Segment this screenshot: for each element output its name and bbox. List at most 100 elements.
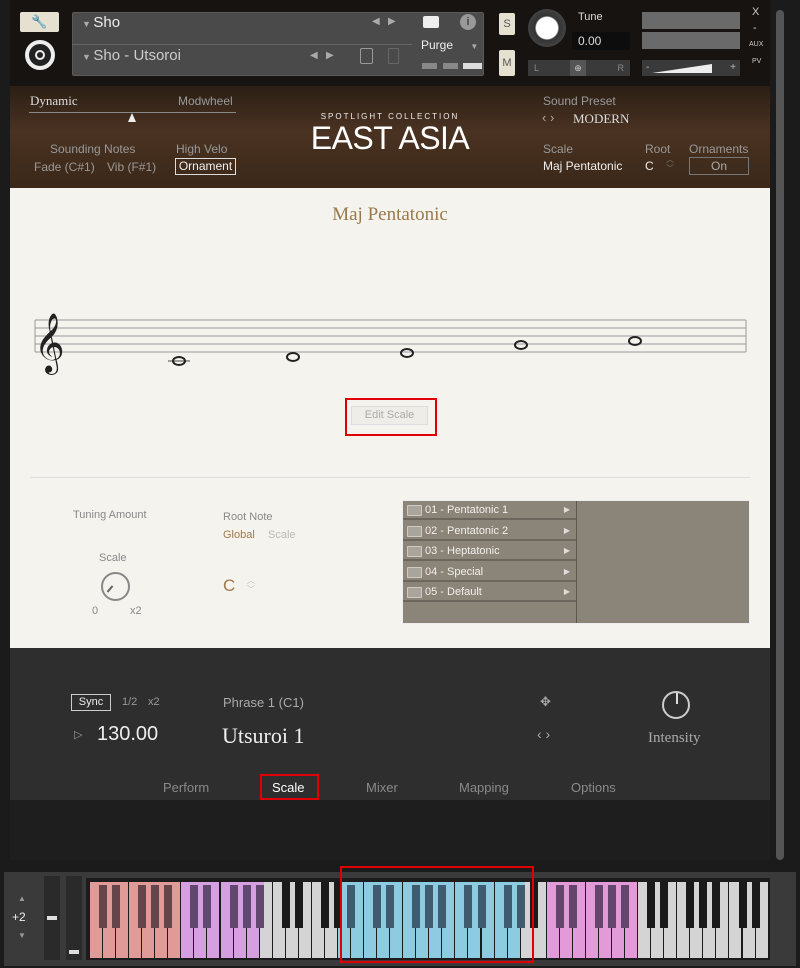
folder-item[interactable]: 03 - Heptatonic ▶ [403, 542, 576, 561]
black-key[interactable] [203, 882, 212, 928]
root-note-stepper[interactable]: ︿ ﹀ [247, 576, 255, 594]
save-icon[interactable] [360, 48, 373, 64]
wrench-button[interactable]: 🔧 [20, 12, 59, 32]
black-key[interactable] [112, 882, 121, 928]
root-stepper[interactable]: ︿ ﹀ [666, 155, 674, 173]
black-key[interactable] [712, 882, 721, 928]
black-key[interactable] [151, 882, 160, 928]
black-key[interactable] [164, 882, 173, 928]
root-note-value[interactable]: C [223, 576, 235, 596]
pv-button[interactable]: PV [752, 58, 761, 65]
folder-item[interactable]: 02 - Pentatonic 2 ▶ [403, 521, 576, 541]
half-button[interactable]: 1/2 [122, 696, 137, 708]
mute-button[interactable]: M [499, 50, 515, 76]
black-key[interactable] [751, 882, 760, 928]
black-key[interactable] [738, 882, 747, 928]
folder-label: 05 - Default [425, 586, 482, 598]
level-meter [642, 12, 740, 29]
tune-label: Tune [578, 11, 603, 23]
sync-button[interactable]: Sync [71, 694, 111, 711]
black-key[interactable] [621, 882, 630, 928]
black-key[interactable] [255, 882, 264, 928]
folder-item[interactable]: 04 - Special ▶ [403, 562, 576, 582]
scrollbar[interactable] [776, 10, 784, 860]
play-icon[interactable]: ▷ [74, 728, 82, 741]
fade-option[interactable]: Fade (C#1) [34, 160, 95, 174]
root-value[interactable]: C [645, 159, 654, 173]
black-key[interactable] [555, 882, 564, 928]
dynamic-slider[interactable] [29, 112, 236, 122]
phrase-label: Phrase 1 (C1) [223, 695, 304, 710]
aux-button[interactable]: AUX [749, 41, 763, 48]
instrument-prev-next[interactable]: ◀ ▶ [372, 16, 396, 27]
highlight-keyboard [340, 866, 534, 963]
tuning-amount-label: Tuning Amount [73, 509, 147, 521]
black-key[interactable] [190, 882, 199, 928]
black-key[interactable] [660, 882, 669, 928]
volume-slider[interactable]: - + [642, 60, 740, 76]
black-key[interactable] [320, 882, 329, 928]
minimize-button[interactable]: - [753, 22, 757, 34]
scale-title: Maj Pentatonic [332, 204, 448, 225]
black-key[interactable] [281, 882, 290, 928]
wrench-icon: 🔧 [31, 14, 48, 29]
preset-name[interactable]: ▼ Sho - Utsoroi [82, 47, 181, 64]
ornaments-toggle[interactable]: On [689, 157, 749, 175]
tab-perform[interactable]: Perform [163, 780, 209, 795]
info-icon[interactable]: i [460, 14, 476, 30]
mod-wheel[interactable] [66, 876, 82, 960]
tempo-value[interactable]: 130.00 [97, 723, 158, 746]
ornaments-label: Ornaments [689, 142, 749, 156]
folder-icon [407, 505, 422, 516]
pitch-wheel[interactable] [44, 876, 60, 960]
highlight-edit-scale [345, 398, 437, 436]
tune-knob[interactable] [528, 9, 566, 47]
black-key[interactable] [686, 882, 695, 928]
ornament-button[interactable]: Ornament [175, 158, 236, 175]
phrase-prev-next[interactable]: ‹ › [537, 726, 550, 742]
purge-dropdown[interactable]: Purge ▼ [421, 38, 478, 52]
chevron-right-icon: ▶ [563, 546, 570, 555]
note-E4 [400, 348, 414, 358]
tab-mixer[interactable]: Mixer [366, 780, 398, 795]
tune-value[interactable]: 0.00 [572, 32, 630, 50]
sound-preset-arrows[interactable]: ‹ › [542, 110, 554, 125]
scale-value[interactable]: Maj Pentatonic [543, 159, 622, 173]
brand-title: EAST ASIA [310, 120, 470, 156]
tuning-knob[interactable] [101, 572, 130, 601]
delete-icon[interactable] [388, 48, 399, 64]
black-key[interactable] [699, 882, 708, 928]
root-note-global[interactable]: Global [223, 529, 255, 541]
octave-down-button[interactable]: ▼ [18, 931, 26, 940]
phrase-name[interactable]: Utsuroi 1 [222, 723, 305, 749]
solo-button[interactable]: S [499, 13, 515, 35]
black-key[interactable] [568, 882, 577, 928]
black-key[interactable] [594, 882, 603, 928]
move-icon[interactable]: ✥ [540, 694, 551, 710]
camera-icon[interactable] [423, 16, 439, 28]
root-note-scale[interactable]: Scale [268, 529, 296, 541]
folder-item[interactable]: 05 - Default ▶ [403, 583, 576, 602]
tab-options[interactable]: Options [571, 780, 616, 795]
double-button[interactable]: x2 [148, 696, 160, 708]
level-meter-2 [642, 32, 740, 49]
octave-up-button[interactable]: ▲ [18, 894, 26, 903]
black-key[interactable] [608, 882, 616, 928]
vib-option[interactable]: Vib (F#1) [107, 160, 156, 174]
sound-preset-value[interactable]: MODERN [573, 111, 629, 127]
tuning-max: x2 [130, 605, 142, 617]
black-key[interactable] [138, 882, 147, 928]
black-key[interactable] [294, 882, 303, 928]
black-key[interactable] [99, 882, 108, 928]
black-key[interactable] [242, 882, 251, 928]
tab-mapping[interactable]: Mapping [459, 780, 509, 795]
black-key[interactable] [229, 882, 238, 928]
folder-item[interactable]: 01 - Pentatonic 1 ▶ [403, 501, 576, 520]
black-key[interactable] [647, 882, 656, 928]
close-button[interactable]: X [752, 6, 759, 18]
scale-browser: 01 - Pentatonic 1 ▶ 02 - Pentatonic 2 ▶ 03 -… [402, 500, 750, 624]
pan-slider[interactable]: L ⊕ R [528, 60, 630, 76]
instrument-name[interactable]: ▼ Sho [82, 14, 120, 31]
preset-prev-next[interactable]: ◀ ▶ [310, 50, 334, 61]
intensity-knob[interactable] [662, 691, 690, 719]
